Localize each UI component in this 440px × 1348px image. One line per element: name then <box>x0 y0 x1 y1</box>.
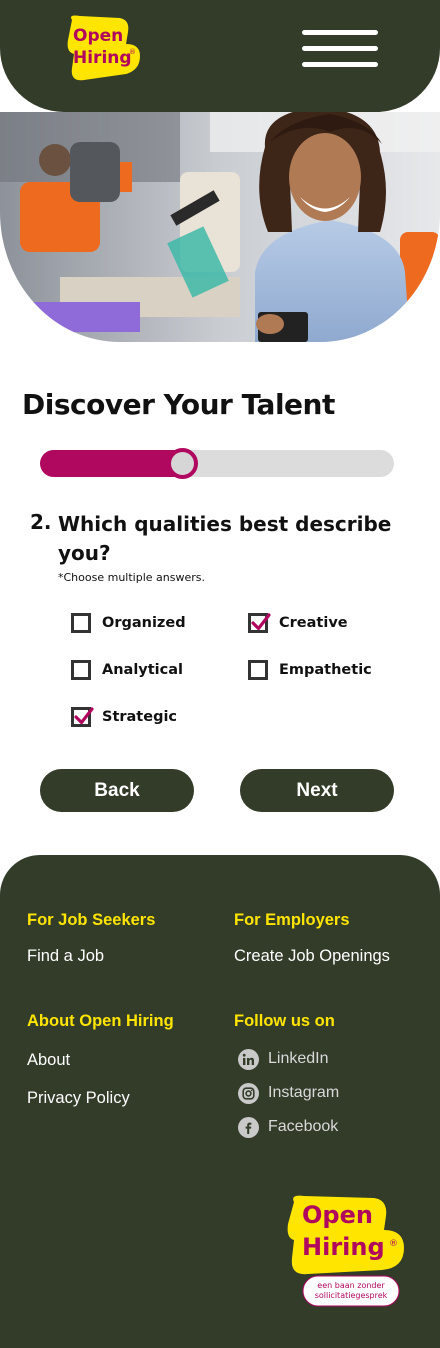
open-hiring-logo[interactable]: Open Hiring ® <box>66 14 142 84</box>
logo-registered: ® <box>129 48 136 56</box>
social-link-instagram[interactable]: Instagram <box>238 1082 339 1104</box>
option-organized[interactable]: Organized <box>71 611 186 635</box>
logo-text-open: Open <box>73 26 123 46</box>
page-title: Discover Your Talent <box>22 388 335 421</box>
footer-heading-job-seekers: For Job Seekers <box>27 911 156 929</box>
footer-link-about[interactable]: About <box>27 1051 70 1070</box>
check-icon <box>251 613 271 631</box>
option-creative[interactable]: Creative <box>248 611 348 635</box>
open-hiring-footer-logo[interactable]: Open Hiring ® een baan zonder sollicitat… <box>286 1194 406 1310</box>
option-analytical[interactable]: Analytical <box>71 658 183 682</box>
linkedin-icon <box>238 1048 259 1070</box>
option-label: Analytical <box>102 662 184 678</box>
question-number: 2. <box>30 510 52 534</box>
footer-link-create-job-openings[interactable]: Create Job Openings <box>234 947 390 966</box>
tagline-line-2: sollicitatiegesprek <box>315 1291 388 1300</box>
footer-link-find-a-job[interactable]: Find a Job <box>27 947 104 966</box>
footer-logo-text-hiring: Hiring <box>302 1233 385 1261</box>
logo-text-hiring: Hiring <box>73 48 132 68</box>
social-link-linkedin[interactable]: LinkedIn <box>238 1048 329 1070</box>
social-label: Facebook <box>268 1118 339 1135</box>
footer-logo-registered: ® <box>389 1239 398 1249</box>
checkbox[interactable] <box>71 613 91 633</box>
back-button[interactable]: Back <box>40 769 194 812</box>
option-label: Empathetic <box>279 662 372 678</box>
checkbox[interactable] <box>71 660 91 680</box>
tagline-line-1: een baan zonder <box>317 1281 385 1290</box>
footer-heading-follow: Follow us on <box>234 1012 335 1030</box>
option-label: Creative <box>279 615 348 631</box>
social-label: LinkedIn <box>268 1050 329 1067</box>
checkbox[interactable] <box>248 660 268 680</box>
footer-logo-text-open: Open <box>302 1201 373 1229</box>
instagram-icon <box>238 1082 259 1104</box>
next-button[interactable]: Next <box>240 769 394 812</box>
check-icon <box>74 707 94 725</box>
footer-heading-about: About Open Hiring <box>27 1012 174 1030</box>
option-empathetic[interactable]: Empathetic <box>248 658 372 682</box>
footer-link-privacy-policy[interactable]: Privacy Policy <box>27 1089 130 1108</box>
option-strategic[interactable]: Strategic <box>71 705 177 729</box>
option-label: Strategic <box>102 709 178 725</box>
question-hint: *Choose multiple answers. <box>58 571 205 584</box>
progress-handle[interactable] <box>167 448 198 479</box>
site-header: Open Hiring ® <box>0 0 440 112</box>
hero-image <box>0 112 440 342</box>
social-link-facebook[interactable]: Facebook <box>238 1116 338 1138</box>
footer-heading-employers: For Employers <box>234 911 350 929</box>
social-label: Instagram <box>268 1084 340 1101</box>
checkbox[interactable] <box>248 613 271 633</box>
facebook-icon <box>238 1116 259 1138</box>
hamburger-menu-icon[interactable] <box>302 28 380 72</box>
option-label: Organized <box>102 615 186 631</box>
question-text: Which qualities best describe you? <box>58 512 392 565</box>
checkbox[interactable] <box>71 707 94 727</box>
progress-bar[interactable] <box>40 448 394 479</box>
